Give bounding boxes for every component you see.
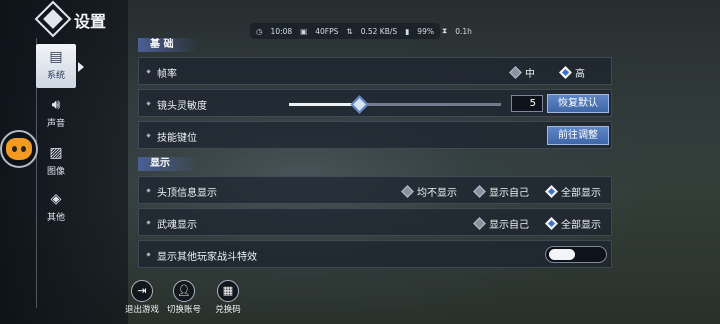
- session-icon: ⧗: [441, 26, 448, 35]
- nav-item-graphics[interactable]: ▨ 图像: [36, 140, 76, 184]
- option-label: 均不显示: [417, 188, 457, 199]
- row-bullet: [146, 252, 151, 257]
- nav-item-sound[interactable]: 🔊︎ 声音: [36, 92, 76, 136]
- head-info-option-none[interactable]: 均不显示: [401, 184, 457, 199]
- head-info-option-all[interactable]: 全部显示: [545, 184, 601, 199]
- soul-option-all[interactable]: 全部显示: [545, 216, 601, 231]
- status-battery: 99%: [417, 26, 434, 36]
- section-header-basic: 基 础: [138, 38, 198, 52]
- row-label: 头顶信息显示: [157, 188, 217, 199]
- diamond-radio-checked-icon: [545, 217, 558, 230]
- row-bullet: [146, 101, 151, 106]
- sensitivity-value: 5: [511, 95, 543, 112]
- nav-item-other[interactable]: ◈ 其他: [36, 186, 76, 230]
- row-head-info: 头顶信息显示 均不显示 显示自己 全部显示: [138, 176, 612, 204]
- row-label: 显示其他玩家战斗特效: [157, 252, 257, 263]
- network-icon: ⇅: [346, 26, 353, 36]
- option-label: 全部显示: [561, 220, 601, 231]
- diamond-radio-checked-icon: [545, 185, 558, 198]
- status-bar: ◷ 10:08 ▣ 40FPS ⇅ 0.52 KB/S ▮ 99% ⧗ 0.1h: [250, 23, 472, 39]
- page-title: 设置: [74, 12, 107, 31]
- row-bullet: [146, 220, 151, 225]
- switch-account-button[interactable]: 👤︎ 切换账号: [164, 280, 204, 315]
- row-label: 帧率: [157, 69, 177, 80]
- row-framerate: 帧率 中 高: [138, 57, 612, 85]
- exit-game-button[interactable]: ⇥ 退出游戏: [122, 280, 162, 315]
- row-skill-keys: 技能键位 前往调整: [138, 121, 612, 149]
- slider-fill: [289, 103, 359, 106]
- status-time: 10:08: [270, 26, 293, 36]
- option-label: 全部显示: [561, 188, 601, 199]
- clock-icon: ◷: [256, 26, 263, 36]
- adjust-keys-button[interactable]: 前往调整: [547, 126, 609, 145]
- nav-item-system[interactable]: ▤ 系统: [36, 44, 84, 88]
- section-header-display: 显示: [138, 157, 198, 171]
- diamond-radio-icon: [473, 217, 486, 230]
- option-label: 中: [525, 69, 535, 80]
- reset-default-button[interactable]: 恢复默认: [547, 94, 609, 113]
- option-label: 高: [575, 69, 585, 80]
- pet-face-icon: [6, 138, 32, 160]
- nav-item-label: 声音: [46, 119, 65, 129]
- slider-handle[interactable]: [350, 95, 369, 114]
- row-camera-sensitivity: 镜头灵敏度 5 恢复默认: [138, 89, 612, 117]
- row-combat-effects: 显示其他玩家战斗特效: [138, 240, 612, 268]
- diamond-radio-icon: [509, 66, 522, 79]
- row-label: 镜头灵敏度: [157, 101, 207, 112]
- row-bullet: [146, 69, 151, 74]
- image-icon: ▨: [49, 145, 63, 161]
- row-label: 技能键位: [157, 133, 197, 144]
- status-network: 0.52 KB/S: [360, 26, 398, 36]
- button-label: 退出游戏: [124, 305, 159, 315]
- exit-door-icon: ⇥: [131, 280, 153, 302]
- button-label: 兑换码: [215, 305, 241, 315]
- button-label: 切换账号: [166, 305, 201, 315]
- framerate-option-high[interactable]: 高: [559, 65, 585, 80]
- user-switch-icon: 👤︎: [173, 280, 195, 302]
- option-label: 显示自己: [489, 220, 529, 231]
- diamond-radio-checked-icon: [559, 66, 572, 79]
- row-bullet: [146, 133, 151, 138]
- fps-icon: ▣: [300, 26, 308, 36]
- speaker-icon: 🔊︎: [51, 97, 61, 113]
- document-gear-icon: ▤: [49, 49, 63, 65]
- option-label: 显示自己: [489, 188, 529, 199]
- diamond-radio-icon: [473, 185, 486, 198]
- redeem-code-button[interactable]: ▦ 兑换码: [208, 280, 248, 315]
- head-info-option-self[interactable]: 显示自己: [473, 184, 529, 199]
- battery-icon: ▮: [405, 26, 410, 36]
- sensitivity-slider[interactable]: [289, 95, 501, 114]
- status-duration: 0.1h: [455, 26, 472, 36]
- soul-option-self[interactable]: 显示自己: [473, 216, 529, 231]
- combat-effects-toggle[interactable]: [545, 246, 607, 263]
- framerate-option-medium[interactable]: 中: [509, 65, 535, 80]
- toggle-knob: [549, 249, 575, 260]
- layers-icon: ◈: [50, 191, 62, 207]
- nav-item-label: 图像: [46, 167, 65, 177]
- nav-item-label: 其他: [46, 213, 65, 223]
- nav-item-label: 系统: [46, 71, 65, 81]
- row-soul-display: 武魂显示 显示自己 全部显示: [138, 208, 612, 236]
- ticket-icon: ▦: [217, 280, 239, 302]
- pet-eye-icon: [12, 146, 17, 152]
- pet-eye-icon: [21, 146, 26, 152]
- row-bullet: [146, 188, 151, 193]
- row-label: 武魂显示: [157, 220, 197, 231]
- status-fps: 40FPS: [315, 26, 339, 36]
- diamond-radio-icon: [401, 185, 414, 198]
